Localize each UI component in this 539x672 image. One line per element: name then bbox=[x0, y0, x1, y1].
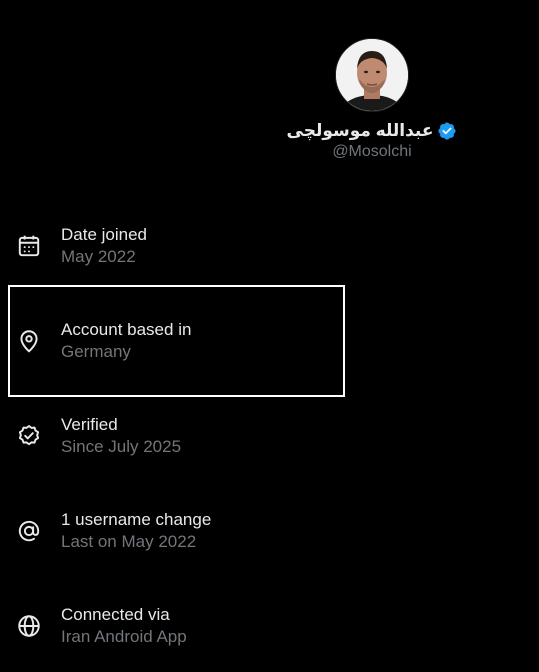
about-row-connected-via: Connected via Iran Android App bbox=[0, 586, 539, 666]
about-row-value: Germany bbox=[61, 342, 131, 361]
about-row-username-change: 1 username change Last on May 2022 bbox=[0, 491, 539, 571]
about-row-text: Account based in Germany bbox=[61, 319, 191, 363]
verified-check-icon bbox=[16, 423, 42, 449]
about-row-value: May 2022 bbox=[61, 247, 136, 266]
at-sign-icon bbox=[16, 518, 42, 544]
location-pin-icon bbox=[16, 328, 42, 354]
calendar-icon bbox=[16, 233, 42, 259]
handle[interactable]: @Mosolchi bbox=[260, 143, 484, 161]
about-row-text: Connected via Iran Android App bbox=[61, 604, 187, 648]
name-row: عبدالله موسولچی bbox=[260, 121, 484, 141]
display-name: عبدالله موسولچی bbox=[286, 121, 434, 140]
about-row-title: Verified bbox=[61, 415, 118, 434]
about-row-value: Iran Android App bbox=[61, 627, 187, 646]
about-row-value: Last on May 2022 bbox=[61, 532, 197, 551]
about-row-text: Date joined May 2022 bbox=[61, 224, 147, 268]
about-row-value: Since July 2025 bbox=[61, 437, 182, 456]
profile-header: عبدالله موسولچی @Mosolchi bbox=[260, 38, 484, 161]
about-row-account-based-in: Account based in Germany bbox=[0, 301, 539, 381]
avatar-image bbox=[336, 39, 408, 111]
about-row-verified: Verified Since July 2025 bbox=[0, 396, 539, 476]
about-row-title: Date joined bbox=[61, 225, 148, 244]
about-row-title: Connected via bbox=[61, 605, 170, 624]
about-row-title: Account based in bbox=[61, 320, 192, 339]
avatar[interactable] bbox=[335, 38, 409, 112]
about-row-title: 1 username change bbox=[61, 510, 212, 529]
verified-badge-icon bbox=[437, 121, 457, 141]
about-row-text: Verified Since July 2025 bbox=[61, 414, 181, 458]
about-row-text: 1 username change Last on May 2022 bbox=[61, 509, 211, 553]
about-row-date-joined: Date joined May 2022 bbox=[0, 206, 539, 286]
globe-icon bbox=[16, 613, 42, 639]
